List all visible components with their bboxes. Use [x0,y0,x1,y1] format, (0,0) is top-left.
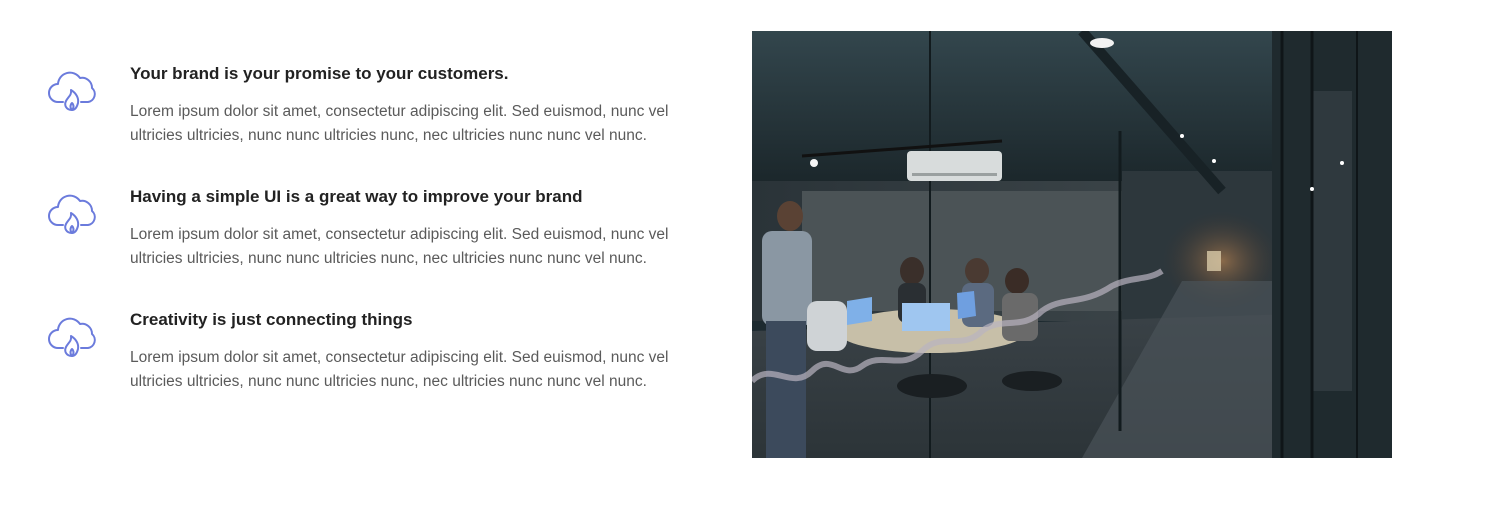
feature-list: Your brand is your promise to your custo… [46,62,706,431]
cloud-fire-icon [48,194,96,234]
photo-illustration [752,31,1392,458]
feature-text: Creativity is just connecting things Lor… [130,308,706,394]
cloud-fire-icon [48,317,96,357]
feature-item: Creativity is just connecting things Lor… [46,308,706,394]
feature-item: Having a simple UI is a great way to imp… [46,185,706,271]
cloud-fire-icon [48,71,96,111]
feature-description: Lorem ipsum dolor sit amet, consectetur … [130,349,669,390]
feature-item: Your brand is your promise to your custo… [46,62,706,148]
feature-title: Creativity is just connecting things [130,310,413,329]
feature-text: Having a simple UI is a great way to imp… [130,185,706,271]
feature-description: Lorem ipsum dolor sit amet, consectetur … [130,103,669,144]
feature-title: Your brand is your promise to your custo… [130,64,509,83]
feature-title: Having a simple UI is a great way to imp… [130,187,583,206]
feature-text: Your brand is your promise to your custo… [130,62,706,148]
office-meeting-photo [752,31,1392,458]
feature-description: Lorem ipsum dolor sit amet, consectetur … [130,226,669,267]
